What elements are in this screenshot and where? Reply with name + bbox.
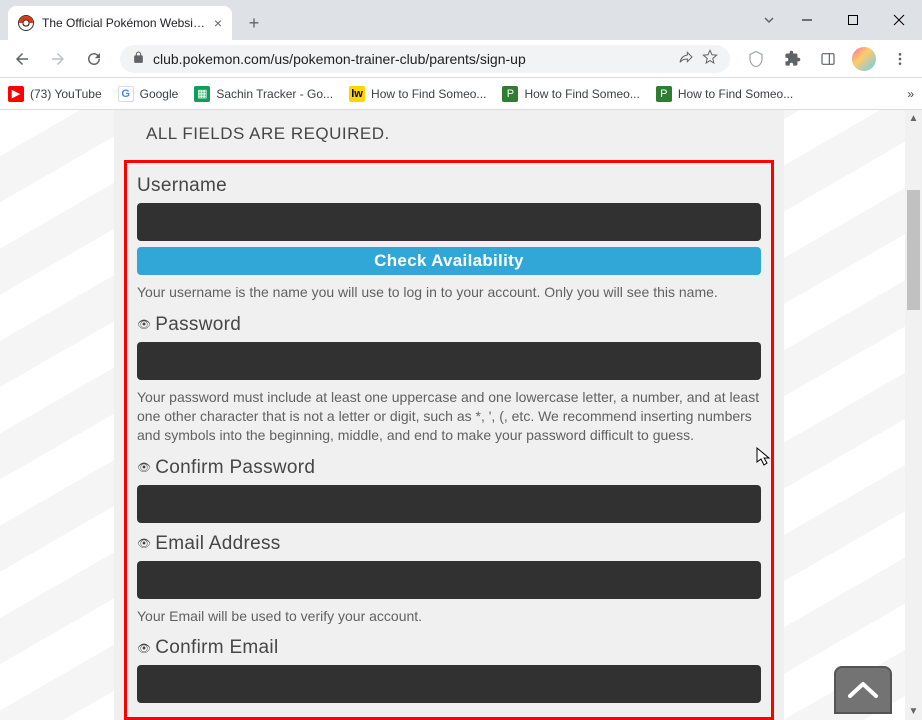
scrollbar[interactable]: ▲ ▼ (905, 110, 922, 720)
confirm-email-label: 👁 Confirm Email (137, 637, 761, 659)
browser-title-bar: The Official Pokémon Website | P × + (0, 0, 922, 40)
bookmark-sheets[interactable]: ▦ Sachin Tracker - Go... (194, 86, 333, 102)
sheets-icon: ▦ (194, 86, 210, 102)
shield-icon[interactable] (740, 43, 772, 75)
back-button[interactable] (6, 43, 38, 75)
bookmark-label: Sachin Tracker - Go... (216, 87, 333, 101)
bookmark-label: How to Find Someo... (524, 87, 639, 101)
address-bar[interactable]: club.pokemon.com/us/pokemon-trainer-club… (120, 45, 730, 73)
email-label: 👁 Email Address (137, 533, 761, 555)
scrollbar-thumb[interactable] (907, 190, 920, 310)
username-input[interactable] (137, 203, 761, 241)
username-label: Username (137, 175, 761, 197)
youtube-icon: ▶ (8, 86, 24, 102)
chevron-up-icon (846, 679, 880, 701)
browser-toolbar: club.pokemon.com/us/pokemon-trainer-club… (0, 40, 922, 78)
browser-tab[interactable]: The Official Pokémon Website | P × (8, 6, 232, 40)
form-container: ALL FIELDS ARE REQUIRED. Username Check … (114, 110, 784, 720)
eye-icon[interactable]: 👁 (137, 642, 151, 655)
reload-button[interactable] (78, 43, 110, 75)
scroll-down-icon[interactable]: ▼ (905, 703, 922, 720)
bookmarks-overflow-icon[interactable]: » (907, 87, 914, 101)
new-tab-button[interactable]: + (240, 9, 268, 37)
eye-icon[interactable]: 👁 (137, 537, 151, 550)
username-help-text: Your username is the name you will use t… (137, 283, 761, 302)
bookmark-label: Google (140, 87, 179, 101)
page-viewport: ALL FIELDS ARE REQUIRED. Username Check … (0, 110, 922, 720)
lw-icon: lw (349, 86, 365, 102)
px-icon: P (502, 86, 518, 102)
bookmark-lw[interactable]: lw How to Find Someo... (349, 86, 486, 102)
bookmark-px1[interactable]: P How to Find Someo... (502, 86, 639, 102)
bookmark-youtube[interactable]: ▶ (73) YouTube (8, 86, 102, 102)
px-icon: P (656, 86, 672, 102)
check-availability-button[interactable]: Check Availability (137, 247, 761, 275)
menu-icon[interactable] (884, 43, 916, 75)
required-fields-note: ALL FIELDS ARE REQUIRED. (114, 110, 784, 160)
forward-button[interactable] (42, 43, 74, 75)
google-icon: G (118, 86, 134, 102)
share-icon[interactable] (678, 49, 694, 68)
window-minimize-button[interactable] (784, 0, 830, 40)
confirm-password-input[interactable] (137, 485, 761, 523)
bookmark-label: (73) YouTube (30, 87, 102, 101)
password-help-text: Your password must include at least one … (137, 388, 761, 445)
confirm-email-input[interactable] (137, 665, 761, 703)
password-label: 👁 Password (137, 314, 761, 336)
signup-form-highlight: Username Check Availability Your usernam… (124, 160, 774, 720)
scroll-up-icon[interactable]: ▲ (905, 110, 922, 127)
lock-icon (132, 51, 145, 67)
extensions-icon[interactable] (776, 43, 808, 75)
bookmark-label: How to Find Someo... (678, 87, 793, 101)
password-input[interactable] (137, 342, 761, 380)
back-to-top-button[interactable] (834, 666, 892, 714)
bookmarks-bar: ▶ (73) YouTube G Google ▦ Sachin Tracker… (0, 78, 922, 110)
tab-title: The Official Pokémon Website | P (42, 16, 206, 30)
window-close-button[interactable] (876, 0, 922, 40)
email-help-text: Your Email will be used to verify your a… (137, 607, 761, 626)
tab-close-icon[interactable]: × (214, 15, 222, 31)
window-maximize-button[interactable] (830, 0, 876, 40)
bookmark-star-icon[interactable] (702, 49, 718, 68)
bookmark-label: How to Find Someo... (371, 87, 486, 101)
url-text: club.pokemon.com/us/pokemon-trainer-club… (153, 51, 670, 67)
profile-avatar[interactable] (848, 43, 880, 75)
email-input[interactable] (137, 561, 761, 599)
bookmark-px2[interactable]: P How to Find Someo... (656, 86, 793, 102)
eye-icon[interactable]: 👁 (137, 461, 151, 474)
confirm-password-label: 👁 Confirm Password (137, 457, 761, 479)
tab-search-icon[interactable] (754, 13, 784, 27)
eye-icon[interactable]: 👁 (137, 318, 151, 331)
side-panel-icon[interactable] (812, 43, 844, 75)
window-controls (754, 0, 922, 40)
pokeball-favicon-icon (18, 15, 34, 31)
bookmark-google[interactable]: G Google (118, 86, 179, 102)
